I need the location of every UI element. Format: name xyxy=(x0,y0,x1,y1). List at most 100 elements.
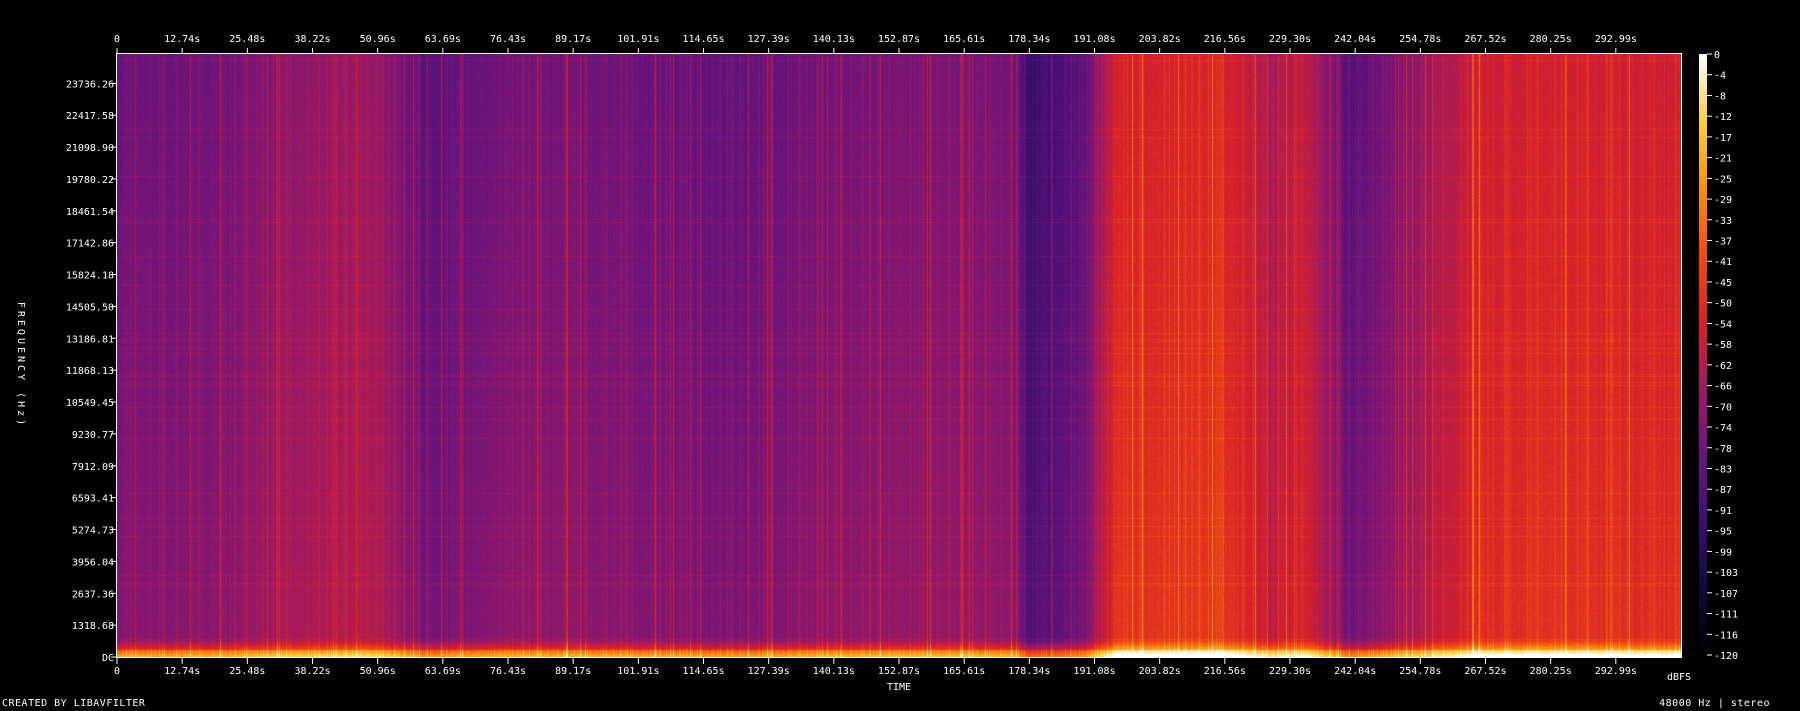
colorbar-tick-label: -116 xyxy=(1714,630,1738,641)
x-tick-label: 152.87s xyxy=(878,34,920,45)
x-tick-label: 89.17s xyxy=(555,666,591,677)
spectrogram-plot-area xyxy=(117,54,1681,657)
x-tick-label: 165.61s xyxy=(943,666,985,677)
y-tick-label: 13186.81 xyxy=(66,334,114,345)
spectrogram-heatmap xyxy=(117,54,1681,657)
colorbar-tick-label: -41 xyxy=(1714,257,1732,268)
colorbar-tick-label: -103 xyxy=(1714,568,1738,579)
x-tick-label: 38.22s xyxy=(294,34,330,45)
colorbar-tick-label: -78 xyxy=(1714,444,1732,455)
colorbar-tick-label: -62 xyxy=(1714,361,1732,372)
colorbar-tick-label: -54 xyxy=(1714,319,1732,330)
y-tick-label: 1318.68 xyxy=(72,621,114,632)
colorbar xyxy=(1699,54,1707,655)
colorbar-label: dBFS xyxy=(1667,672,1691,683)
x-tick-label: 242.04s xyxy=(1334,34,1376,45)
x-tick-label: 152.87s xyxy=(878,666,920,677)
x-tick-label: 25.48s xyxy=(229,666,265,677)
x-tick-label: 12.74s xyxy=(164,34,200,45)
x-tick-label: 101.91s xyxy=(617,666,659,677)
y-tick-label: 7912.09 xyxy=(72,462,114,473)
x-tick-label: 191.08s xyxy=(1073,666,1115,677)
x-tick-label: 280.25s xyxy=(1530,34,1572,45)
x-tick-label: 127.39s xyxy=(748,34,790,45)
x-tick-label: 267.52s xyxy=(1464,666,1506,677)
y-tick-label: 15824.18 xyxy=(66,271,114,282)
colorbar-tick-label: -17 xyxy=(1714,133,1732,144)
colorbar-tick-label: -45 xyxy=(1714,278,1732,289)
colorbar-tick-label: -107 xyxy=(1714,589,1738,600)
y-tick-label: 23736.26 xyxy=(66,79,114,90)
x-tick-label: 178.34s xyxy=(1008,34,1050,45)
colorbar-tick-label: -87 xyxy=(1714,485,1732,496)
y-tick-label: 22417.58 xyxy=(66,111,114,122)
y-tick-label: 14505.50 xyxy=(66,302,114,313)
x-tick-label: 216.56s xyxy=(1204,34,1246,45)
x-tick-label: 140.13s xyxy=(813,34,855,45)
y-axis-label: FREQUENCY (Hz) xyxy=(15,302,26,428)
colorbar-tick-label: -8 xyxy=(1714,91,1726,102)
x-axis-label: TIME xyxy=(887,682,911,693)
x-tick-label: 0 xyxy=(114,666,120,677)
x-tick-label: 38.22s xyxy=(294,666,330,677)
x-tick-label: 254.78s xyxy=(1399,666,1441,677)
x-tick-label: 267.52s xyxy=(1464,34,1506,45)
x-tick-label: 140.13s xyxy=(813,666,855,677)
x-tick-label: 12.74s xyxy=(164,666,200,677)
x-tick-label: 50.96s xyxy=(360,666,396,677)
x-tick-label: 203.82s xyxy=(1139,666,1181,677)
x-tick-label: 292.99s xyxy=(1595,666,1637,677)
x-tick-label: 114.65s xyxy=(682,666,724,677)
y-tick-label: 5274.73 xyxy=(72,526,114,537)
x-tick-label: 89.17s xyxy=(555,34,591,45)
x-tick-label: 165.61s xyxy=(943,34,985,45)
colorbar-tick-label: -58 xyxy=(1714,340,1732,351)
x-tick-label: 25.48s xyxy=(229,34,265,45)
colorbar-tick-label: -74 xyxy=(1714,423,1732,434)
x-tick-label: 191.08s xyxy=(1073,34,1115,45)
colorbar-tick-label: -120 xyxy=(1714,651,1738,662)
credit-text: CREATED BY LIBAVFILTER xyxy=(2,698,146,709)
y-tick-label: 10549.45 xyxy=(66,398,114,409)
colorbar-tick-label: -25 xyxy=(1714,174,1732,185)
x-tick-label: 114.65s xyxy=(682,34,724,45)
y-tick-label: 6593.41 xyxy=(72,494,114,505)
x-tick-label: 229.30s xyxy=(1269,34,1311,45)
y-tick-label: DC xyxy=(102,653,114,664)
x-tick-label: 242.04s xyxy=(1334,666,1376,677)
colorbar-tick-label: -21 xyxy=(1714,154,1732,165)
x-tick-label: 101.91s xyxy=(617,34,659,45)
x-tick-label: 216.56s xyxy=(1204,666,1246,677)
colorbar-tick-label: -50 xyxy=(1714,299,1732,310)
y-tick-label: 11868.13 xyxy=(66,366,114,377)
y-tick-label: 21098.90 xyxy=(66,143,114,154)
x-tick-label: 63.69s xyxy=(425,666,461,677)
colorbar-tick-label: -12 xyxy=(1714,112,1732,123)
colorbar-tick-label: -95 xyxy=(1714,527,1732,538)
y-tick-label: 9230.77 xyxy=(72,430,114,441)
sample-info-text: 48000 Hz | stereo xyxy=(1659,698,1770,709)
spectrogram-chart: 0 12.74s 25.48s 38.22s 50.96s 63.69s 76.43s 89.… xyxy=(0,0,1800,711)
x-tick-label: 280.25s xyxy=(1530,666,1572,677)
x-tick-label: 0 xyxy=(114,34,120,45)
x-tick-label: 203.82s xyxy=(1139,34,1181,45)
x-tick-label: 50.96s xyxy=(360,34,396,45)
colorbar-tick-label: -66 xyxy=(1714,382,1732,393)
x-tick-label: 292.99s xyxy=(1595,34,1637,45)
colorbar-tick-label: -91 xyxy=(1714,506,1732,517)
y-tick-label: 2637.36 xyxy=(72,589,114,600)
x-tick-label: 229.30s xyxy=(1269,666,1311,677)
x-tick-label: 63.69s xyxy=(425,34,461,45)
colorbar-tick-label: -111 xyxy=(1714,610,1738,621)
colorbar-tick-label: -99 xyxy=(1714,547,1732,558)
colorbar-tick-label: 0 xyxy=(1714,50,1720,61)
colorbar-tick-label: -37 xyxy=(1714,237,1732,248)
x-tick-label: 178.34s xyxy=(1008,666,1050,677)
colorbar-tick-label: -4 xyxy=(1714,71,1726,82)
y-tick-label: 19780.22 xyxy=(66,175,114,186)
x-tick-label: 76.43s xyxy=(490,34,526,45)
colorbar-tick-label: -33 xyxy=(1714,216,1732,227)
x-tick-label: 76.43s xyxy=(490,666,526,677)
x-tick-label: 127.39s xyxy=(748,666,790,677)
colorbar-tick-label: -83 xyxy=(1714,464,1732,475)
